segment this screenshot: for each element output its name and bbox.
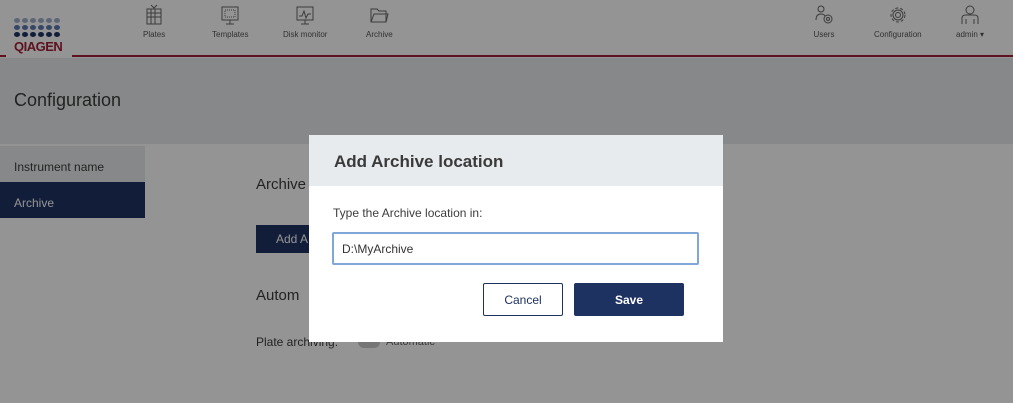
add-archive-location-dialog: Add Archive location Type the Archive lo… [309, 135, 723, 342]
cancel-button[interactable]: Cancel [483, 283, 563, 316]
archive-location-label: Type the Archive location in: [333, 206, 483, 220]
modal-header: Add Archive location [309, 135, 723, 186]
modal-title: Add Archive location [334, 152, 504, 171]
save-button[interactable]: Save [574, 283, 684, 316]
archive-location-input[interactable] [332, 232, 699, 265]
